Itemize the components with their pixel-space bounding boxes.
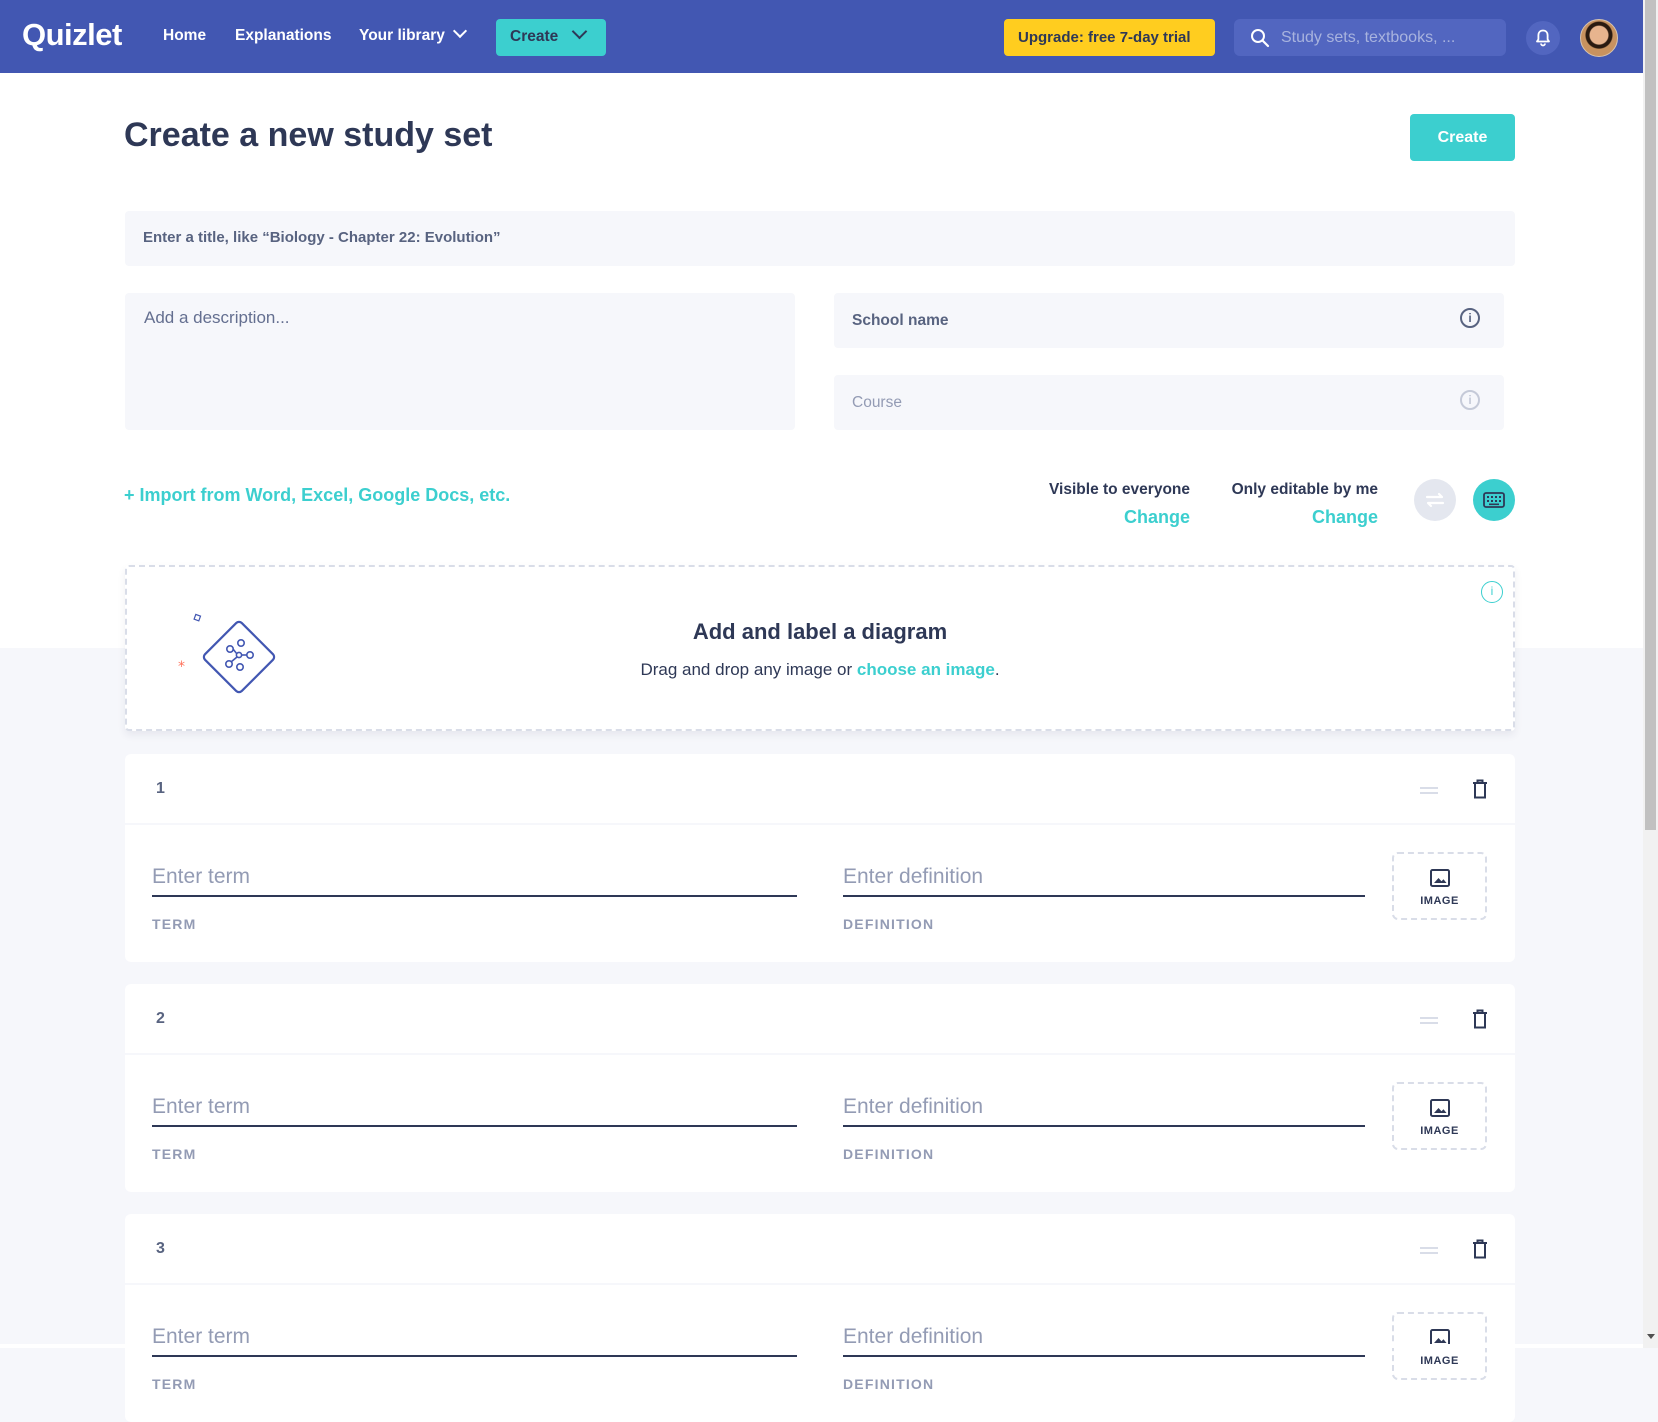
course-input[interactable]: Course i (834, 375, 1504, 430)
bell-icon (1536, 29, 1550, 47)
term-label: TERM (152, 1376, 197, 1392)
page-title: Create a new study set (124, 116, 493, 154)
card-number: 3 (156, 1240, 165, 1257)
image-button-label: IMAGE (1420, 1125, 1459, 1137)
diagram-subtitle-text: Drag and drop any image or (640, 660, 853, 679)
drag-handle-icon[interactable] (1420, 787, 1438, 794)
swap-icon (1425, 492, 1445, 508)
set-title-input[interactable]: Enter a title, like “Biology - Chapter 2… (125, 211, 1515, 266)
top-nav-bar: Quizlet Home Explanations Your library C… (0, 0, 1643, 73)
image-button-label: IMAGE (1420, 1355, 1459, 1367)
info-icon[interactable]: i (1481, 581, 1503, 603)
course-placeholder: Course (852, 394, 902, 411)
term-label: TERM (152, 1146, 197, 1162)
drag-handle-icon[interactable] (1420, 1247, 1438, 1254)
notifications-button[interactable] (1526, 21, 1560, 55)
nav-your-library-label: Your library (359, 27, 445, 44)
keyboard-icon (1483, 492, 1505, 508)
term-input[interactable]: Enter term (152, 857, 797, 897)
visibility-change-link[interactable]: Change (1049, 507, 1190, 528)
definition-label: DEFINITION (843, 916, 935, 932)
term-input[interactable]: Enter term (152, 1087, 797, 1127)
school-name-placeholder: School name (852, 312, 949, 329)
definition-input[interactable]: Enter definition (843, 857, 1365, 897)
card-number: 1 (156, 780, 165, 797)
editing-setting: Only editable by me Change (1232, 481, 1378, 528)
term-label: TERM (152, 916, 197, 932)
nav-explanations-link[interactable]: Explanations (235, 27, 331, 45)
term-card: 1 Enter term TERM Enter definition DEFIN… (125, 754, 1515, 962)
search-placeholder: Study sets, textbooks, ... (1281, 29, 1456, 46)
search-input[interactable]: Study sets, textbooks, ... (1234, 19, 1506, 56)
nav-your-library-dropdown[interactable]: Your library (359, 23, 467, 45)
add-image-button[interactable]: IMAGE (1392, 852, 1487, 920)
image-icon (1429, 1099, 1450, 1117)
visibility-setting: Visible to everyone Change (1049, 481, 1190, 528)
card-number: 2 (156, 1010, 165, 1027)
user-avatar[interactable] (1580, 19, 1618, 57)
image-icon (1429, 869, 1450, 887)
add-image-button[interactable]: IMAGE (1392, 1082, 1487, 1150)
trash-icon[interactable] (1471, 1008, 1489, 1030)
info-icon[interactable]: i (1460, 308, 1480, 328)
editing-label: Only editable by me (1231, 481, 1378, 498)
create-dropdown-button[interactable]: Create (496, 19, 606, 56)
trash-icon[interactable] (1471, 778, 1489, 800)
card-divider (125, 1283, 1515, 1285)
create-set-button[interactable]: Create (1410, 114, 1515, 161)
info-icon[interactable]: i (1460, 390, 1480, 410)
editing-change-link[interactable]: Change (1232, 507, 1378, 528)
create-dropdown-label: Create (510, 28, 559, 45)
description-input[interactable]: Add a description... (125, 293, 795, 430)
chevron-down-icon (452, 23, 467, 39)
definition-input[interactable]: Enter definition (843, 1317, 1365, 1357)
nav-home-link[interactable]: Home (163, 27, 206, 45)
diagram-dropzone[interactable]: * Add and label a diagram Drag and drop … (125, 565, 1515, 731)
swap-terms-button[interactable] (1414, 479, 1456, 521)
import-link[interactable]: + Import from Word, Excel, Google Docs, … (124, 485, 510, 506)
term-card: 3 Enter term TERM Enter definition DEFIN… (125, 1214, 1515, 1422)
definition-label: DEFINITION (843, 1146, 935, 1162)
diagram-subtitle-period: . (994, 660, 1000, 679)
chevron-down-icon (571, 23, 588, 40)
term-card: 2 Enter term TERM Enter definition DEFIN… (125, 984, 1515, 1192)
choose-image-link[interactable]: choose an image (857, 660, 995, 679)
definition-label: DEFINITION (843, 1376, 935, 1392)
drag-handle-icon[interactable] (1420, 1017, 1438, 1024)
scroll-down-arrow-icon[interactable] (1647, 1334, 1655, 1339)
card-divider (125, 1053, 1515, 1055)
upgrade-trial-button[interactable]: Upgrade: free 7-day trial (1004, 19, 1215, 56)
page-scrollbar[interactable] (1643, 0, 1658, 1348)
keyboard-shortcuts-button[interactable] (1473, 479, 1515, 521)
trash-icon[interactable] (1471, 1238, 1489, 1260)
image-button-label: IMAGE (1420, 895, 1459, 907)
scrollbar-thumb[interactable] (1645, 0, 1656, 830)
quizlet-logo[interactable]: Quizlet (22, 17, 122, 53)
visibility-label: Visible to everyone (1049, 481, 1190, 498)
diagram-title: Add and label a diagram (692, 619, 948, 644)
school-name-input[interactable]: School name i (834, 293, 1504, 348)
card-divider (125, 823, 1515, 825)
diagram-subtitle: Drag and drop any image or choose an ima… (127, 660, 1513, 680)
viewport-bottom-edge (0, 1344, 1643, 1348)
term-input[interactable]: Enter term (152, 1317, 797, 1357)
search-icon (1251, 29, 1270, 48)
definition-input[interactable]: Enter definition (843, 1087, 1365, 1127)
